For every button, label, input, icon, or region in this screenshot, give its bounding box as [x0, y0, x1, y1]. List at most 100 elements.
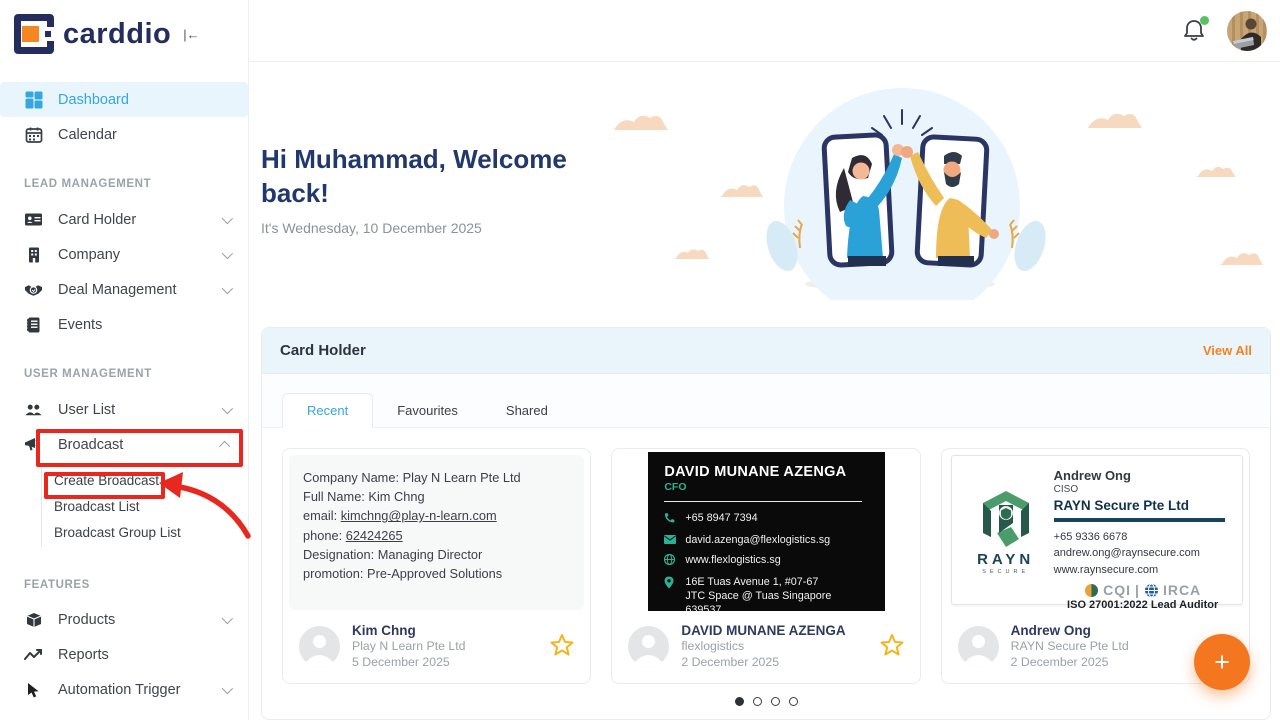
card-website-line: www.flexlogistics.sg	[664, 553, 869, 569]
pagination-dot[interactable]	[771, 697, 780, 706]
card-phone-line: +65 9336 6678	[1054, 529, 1232, 546]
card-holder-company: RAYN Secure Pte Ltd	[1011, 639, 1129, 655]
business-card-image: DAVID MUNANE AZENGA CFO +65 8947 7394 da…	[612, 449, 919, 612]
irca-icon	[1144, 583, 1159, 598]
logo-row: carddio |←	[0, 0, 248, 56]
avatar	[958, 626, 999, 667]
welcome-illustration	[600, 88, 1280, 300]
sidebar-item-calendar[interactable]: Calendar	[0, 117, 248, 152]
sidebar-item-label: Card Holder	[58, 212, 136, 228]
card-text-line: Company Name: Play N Learn Pte Ltd	[303, 468, 570, 487]
favourite-star-icon[interactable]	[550, 633, 574, 661]
sidebar-item-label: Broadcast	[58, 437, 123, 453]
sidebar-item-label: Reports	[58, 647, 109, 663]
card-person-name: DAVID MUNANE AZENGA	[664, 464, 869, 480]
handshake-icon	[24, 280, 43, 299]
megaphone-icon	[24, 435, 43, 454]
sidebar-item-label: Dashboard	[58, 92, 129, 108]
chevron-down-icon	[222, 212, 233, 223]
card-company-name: RAYN Secure Pte Ltd	[1054, 498, 1232, 513]
date-text: It's Wednesday, 10 December 2025	[261, 220, 482, 236]
sidebar-item-label: Deal Management	[58, 282, 177, 298]
chevron-down-icon	[222, 282, 233, 293]
card-text-line: email: kimchng@play-n-learn.com	[303, 506, 570, 525]
card-holder-company: flexlogistics	[681, 639, 845, 655]
avatar	[628, 626, 669, 667]
pagination-dot[interactable]	[735, 697, 744, 706]
dashboard-grid-icon	[24, 90, 43, 109]
card-person-name: Andrew Ong	[1054, 468, 1232, 483]
card-holder-card[interactable]: Company Name: Play N Learn Pte Ltd Full …	[282, 448, 591, 684]
card-holder-name: Kim Chng	[352, 622, 465, 640]
card-email-line: andrew.ong@raynsecure.com	[1054, 545, 1232, 562]
pagination-dot[interactable]	[753, 697, 762, 706]
card-text-line: promotion: Pre-Approved Solutions	[303, 564, 570, 583]
broadcast-submenu: Create Broadcast Broadcast List Broadcas…	[41, 468, 248, 547]
tab-recent[interactable]: Recent	[282, 393, 373, 428]
card-holder-name: Andrew Ong	[1011, 622, 1129, 640]
pagination-dot[interactable]	[789, 697, 798, 706]
reports-chart-icon	[24, 646, 43, 665]
carousel-pagination	[262, 697, 1270, 706]
tab-bar: Recent Favourites Shared	[262, 374, 1270, 428]
topbar	[249, 0, 1280, 62]
carddio-logo-icon	[14, 14, 54, 54]
sidebar-item-label: Company	[58, 247, 120, 263]
building-icon	[24, 245, 43, 264]
sidebar: carddio |← Dashboard Calendar LEAD MANAG…	[0, 0, 249, 720]
card-text-line: Designation: Managing Director	[303, 545, 570, 564]
card-text-line: Full Name: Kim Chng	[303, 487, 570, 506]
notification-bell-icon[interactable]	[1182, 18, 1208, 44]
sidebar-item-automation-trigger[interactable]: Automation Trigger	[0, 673, 248, 708]
chevron-up-icon	[219, 440, 230, 451]
products-box-icon	[24, 611, 43, 630]
sidebar-item-label: Products	[58, 612, 115, 628]
view-all-link[interactable]: View All	[1203, 343, 1252, 358]
card-text-line: phone: 62424265	[303, 526, 570, 545]
greeting-heading: Hi Muhammad, Welcome back!	[261, 142, 581, 211]
divider	[1054, 518, 1225, 522]
sidebar-item-deal-management[interactable]: Deal Management	[0, 272, 248, 307]
chevron-down-icon	[222, 613, 233, 624]
location-pin-icon	[664, 576, 676, 593]
sidebar-nav: Dashboard Calendar LEAD MANAGEMENT Card …	[0, 56, 248, 708]
sidebar-item-dashboard[interactable]: Dashboard	[0, 82, 248, 117]
sidebar-item-reports[interactable]: Reports	[0, 638, 248, 673]
sidebar-item-company[interactable]: Company	[0, 237, 248, 272]
calendar-icon	[24, 125, 43, 144]
sidebar-item-events[interactable]: Events	[0, 307, 248, 342]
rayn-logo-subtext: SECURE	[982, 569, 1029, 575]
user-avatar[interactable]	[1227, 11, 1267, 51]
notification-badge	[1200, 16, 1209, 25]
tab-shared[interactable]: Shared	[482, 394, 572, 427]
favourite-star-icon[interactable]	[880, 633, 904, 661]
section-header-features: FEATURES	[0, 579, 248, 591]
panel-title: Card Holder	[280, 342, 366, 359]
sidebar-collapse-icon[interactable]: |←	[183, 27, 199, 42]
sidebar-item-label: Events	[58, 317, 102, 333]
add-card-fab-button[interactable]: +	[1194, 634, 1250, 690]
card-holder-card[interactable]: DAVID MUNANE AZENGA CFO +65 8947 7394 da…	[611, 448, 920, 684]
sidebar-item-broadcast[interactable]: Broadcast	[0, 427, 248, 462]
globe-icon	[664, 554, 676, 569]
sidebar-item-label: User List	[58, 402, 115, 418]
business-card-image: Company Name: Play N Learn Pte Ltd Full …	[283, 449, 590, 612]
tab-favourites[interactable]: Favourites	[373, 394, 482, 427]
card-holder-panel: Card Holder View All Recent Favourites S…	[261, 327, 1271, 720]
cursor-icon	[24, 681, 43, 700]
card-phone-line: +65 8947 7394	[664, 511, 869, 527]
card-footer: DAVID MUNANE AZENGA flexlogistics 2 Dece…	[612, 610, 919, 683]
rayn-logo: RAYN SECURE	[958, 464, 1054, 600]
card-person-role: CISO	[1054, 484, 1232, 495]
submenu-item-broadcast-list[interactable]: Broadcast List	[42, 494, 248, 520]
panel-header: Card Holder View All	[262, 328, 1270, 374]
sidebar-item-user-list[interactable]: User List	[0, 392, 248, 427]
chevron-down-icon	[222, 247, 233, 258]
card-address-line: 16E Tuas Avenue 1, #07-67JTC Space @ Tua…	[664, 575, 869, 612]
submenu-item-broadcast-group-list[interactable]: Broadcast Group List	[42, 520, 248, 546]
card-list: Company Name: Play N Learn Pte Ltd Full …	[262, 428, 1270, 684]
submenu-item-create-broadcast[interactable]: Create Broadcast	[42, 468, 248, 494]
rayn-logo-text: RAYN	[977, 551, 1034, 568]
sidebar-item-card-holder[interactable]: Card Holder	[0, 202, 248, 237]
sidebar-item-products[interactable]: Products	[0, 603, 248, 638]
